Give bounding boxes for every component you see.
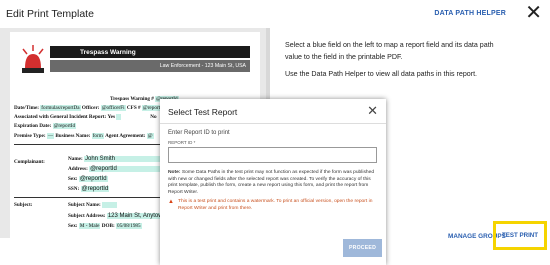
- banner-title: Trespass Warning: [50, 46, 250, 58]
- complainant-sex-row: Sex: @reportId: [68, 176, 108, 182]
- warning-icon: ▲: [168, 199, 174, 205]
- complainant-label: Complainant:: [14, 159, 45, 165]
- report-id-input[interactable]: [168, 147, 377, 163]
- expiration-row: Expiration Date: @reportId: [14, 123, 77, 129]
- pdf-field[interactable]: @reportId: [52, 123, 77, 129]
- subject-address-row: Subject Address: 123 Main St, Anytown: [68, 213, 167, 219]
- pdf-field[interactable]: form: [91, 133, 104, 139]
- subject-name-row: Subject Name:: [68, 202, 117, 208]
- instructions-panel: Select a blue field on the left to map a…: [285, 40, 505, 87]
- report-id-label: REPORT ID *: [168, 140, 196, 145]
- edit-print-template-window: Edit Print Template DATA PATH HELPER ✕ T…: [0, 0, 550, 265]
- premise-row: Premise Type: — Business Name: form Agen…: [14, 133, 154, 139]
- pdf-field[interactable]: formulas/reportDa: [40, 105, 81, 111]
- complainant-name-row: Name: John Smith: [68, 156, 176, 162]
- test-print-button[interactable]: TEST PRINT: [496, 224, 544, 247]
- pdf-field[interactable]: M - Male: [78, 223, 101, 229]
- dialog-note: Note: Some Data Paths in the test print …: [168, 170, 375, 195]
- close-icon[interactable]: ✕: [525, 2, 542, 24]
- pdf-field[interactable]: @: [146, 133, 154, 139]
- pdf-field[interactable]: 123 Main St, Anytown: [106, 213, 167, 219]
- datetime-row: Date/Time: formulas/reportDa Officer: @o…: [14, 105, 168, 111]
- test-print-highlight: TEST PRINT: [493, 221, 547, 250]
- subject-sex-row: Sex: M - Male DOB: 05/08/1985: [68, 223, 142, 229]
- instructions-text: Select a blue field on the left to map a…: [285, 41, 494, 61]
- banner-subtitle: Law Enforcement - 123 Main St, USA: [50, 60, 250, 72]
- pdf-field[interactable]: [116, 114, 121, 120]
- report-banner: Trespass Warning Law Enforcement - 123 M…: [20, 45, 250, 76]
- subject-label: Subject:: [14, 202, 33, 208]
- watermark-warning: ▲ This is a test print and contains a wat…: [168, 199, 373, 211]
- data-path-helper-hint: Use the Data Path Helper to view all dat…: [285, 70, 478, 78]
- pdf-field[interactable]: [102, 202, 117, 208]
- pdf-field[interactable]: @officerFi: [100, 105, 126, 111]
- select-test-report-dialog: Select Test Report ✕ Enter Report ID to …: [160, 99, 386, 265]
- pdf-field[interactable]: 05/08/1985: [115, 223, 142, 229]
- complainant-ssn-row: SSN: @reportId: [68, 186, 110, 192]
- divider: [160, 123, 386, 124]
- pdf-field[interactable]: @reportId: [80, 186, 110, 192]
- pdf-field[interactable]: @reportId: [78, 176, 108, 182]
- report-id-prompt: Enter Report ID to print: [168, 130, 230, 136]
- dialog-close-icon[interactable]: ✕: [367, 103, 378, 119]
- pdf-field[interactable]: —: [46, 133, 55, 139]
- data-path-helper-link[interactable]: DATA PATH HELPER: [434, 10, 506, 17]
- siren-icon: [22, 45, 44, 73]
- proceed-button[interactable]: PROCEED: [343, 239, 382, 257]
- associated-row: Associated with General Incident Report:…: [14, 114, 157, 120]
- dialog-title: Select Test Report: [168, 107, 238, 117]
